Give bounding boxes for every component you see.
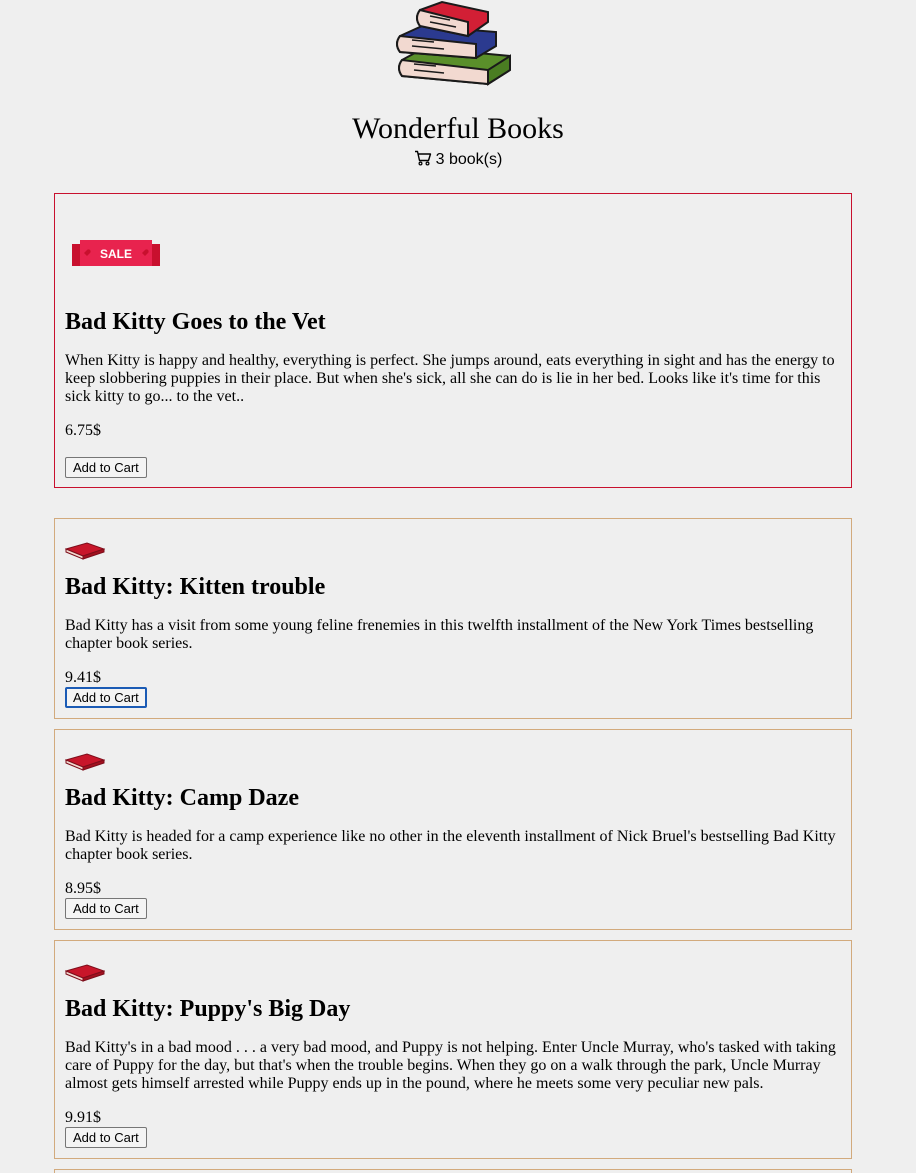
book-card: Bad Kitty: Puppy's Big Day Bad Kitty's i…	[54, 940, 852, 1159]
site-title: Wonderful Books	[352, 112, 564, 145]
book-card: SALE Bad Kitty Goes to the Vet When Kitt…	[54, 193, 852, 488]
cart-count-label: 3 book(s)	[435, 151, 503, 168]
book-description: When Kitty is happy and healthy, everyth…	[65, 352, 835, 405]
page: Wonderful Books 3 book(s) SALE Bad Kitty…	[0, 0, 916, 1173]
book-description: Bad Kitty is headed for a camp experienc…	[65, 828, 836, 863]
book-card: Bad Kitty: Kitten trouble Bad Kitty has …	[54, 518, 852, 719]
book-title: Bad Kitty: Puppy's Big Day	[65, 996, 351, 1022]
book-price: 9.41$	[65, 669, 101, 686]
red-book-icon	[65, 542, 105, 560]
book-description: Bad Kitty's in a bad mood . . . a very b…	[65, 1039, 836, 1092]
add-to-cart-button[interactable]: Add to Cart	[65, 1127, 147, 1148]
book-title: Bad Kitty Goes to the Vet	[65, 309, 326, 335]
add-to-cart-button[interactable]: Add to Cart	[65, 898, 147, 919]
book-price: 8.95$	[65, 880, 101, 897]
cart-summary[interactable]: 3 book(s)	[0, 149, 916, 171]
book-title: Bad Kitty: Kitten trouble	[65, 574, 326, 600]
red-book-icon	[65, 964, 105, 982]
sale-ribbon-icon: SALE	[72, 240, 160, 266]
add-to-cart-button[interactable]: Add to Cart	[65, 687, 147, 708]
book-price: 6.75$	[65, 422, 101, 439]
sale-badge-text: SALE	[100, 247, 132, 261]
book-title: Bad Kitty: Camp Daze	[65, 785, 299, 811]
book-card	[54, 1169, 852, 1173]
book-description: Bad Kitty has a visit from some young fe…	[65, 617, 814, 652]
book-card: Bad Kitty: Camp Daze Bad Kitty is headed…	[54, 729, 852, 930]
add-to-cart-button[interactable]: Add to Cart	[65, 457, 147, 478]
book-price: 9.91$	[65, 1109, 101, 1126]
shopping-cart-icon[interactable]	[414, 150, 432, 166]
stack-of-books-icon	[396, 0, 511, 86]
red-book-icon	[65, 753, 105, 771]
